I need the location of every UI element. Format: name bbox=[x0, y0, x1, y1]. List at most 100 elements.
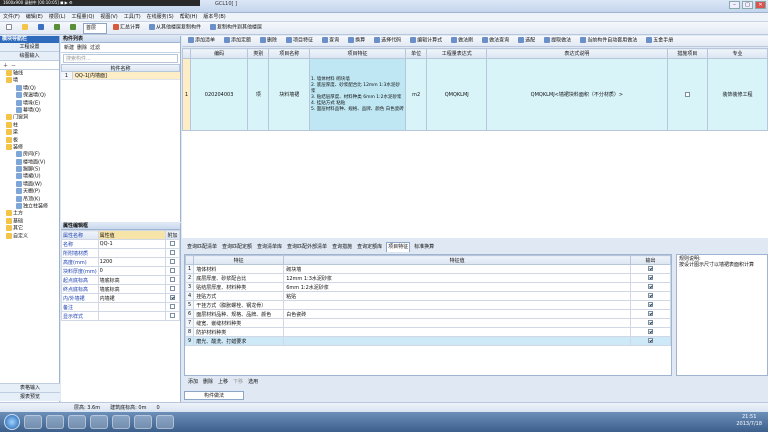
property-row[interactable]: 内/外墙裙 内墙裙 bbox=[61, 293, 180, 303]
menu-file[interactable]: 文件(F) bbox=[3, 13, 20, 21]
delete-feature-button[interactable]: 删除 bbox=[203, 378, 213, 387]
feature-value[interactable] bbox=[283, 336, 631, 346]
add-icon[interactable]: ＋ bbox=[3, 62, 8, 69]
feature-row[interactable]: 5 干挂方式（膨胀螺栓、钢龙骨） bbox=[184, 300, 671, 310]
apply-button[interactable]: 选用 bbox=[248, 378, 258, 387]
tree-item[interactable]: 墙(Q) bbox=[2, 84, 59, 92]
project-settings-tab[interactable]: 工程设置 bbox=[0, 43, 59, 52]
menu-edit[interactable]: 编辑(E) bbox=[26, 13, 43, 21]
output-checkbox[interactable] bbox=[648, 284, 653, 289]
drawing-input-tab[interactable]: 绘图输入 bbox=[0, 52, 59, 61]
expr-desc-cell[interactable]: QMQKLMJ<墙裙块料面积（不分材质）> bbox=[486, 58, 668, 131]
property-row[interactable]: 块料厚度(mm) 0 bbox=[61, 266, 180, 276]
measure-checkbox[interactable] bbox=[684, 91, 690, 97]
tree-item[interactable]: 独立柱装修 bbox=[2, 203, 59, 210]
feature-value[interactable]: 6mm 1:2水泥砂浆 bbox=[283, 282, 631, 292]
start-icon[interactable] bbox=[4, 414, 20, 430]
filter-button[interactable]: 过滤 bbox=[90, 44, 100, 51]
prop-value[interactable] bbox=[97, 311, 167, 321]
method-row[interactable]: 1 020204003 项 块料墙裙 1. 墙体材料 砌块墙 2. 底层厚度、砂… bbox=[182, 58, 768, 131]
feature-value[interactable] bbox=[283, 300, 631, 310]
prop-extra[interactable] bbox=[165, 239, 180, 249]
query-tab[interactable]: 标准换算 bbox=[413, 243, 435, 252]
prop-value[interactable]: 1200 bbox=[97, 257, 167, 267]
output-checkbox[interactable] bbox=[648, 293, 653, 298]
feature-row[interactable]: 8 防护材料种类 bbox=[184, 327, 671, 337]
tree-item[interactable]: 土方 bbox=[2, 210, 59, 217]
prop-extra[interactable] bbox=[165, 257, 180, 267]
prop-extra[interactable] bbox=[165, 248, 180, 258]
component-search-input[interactable]: 搜索构件... bbox=[63, 54, 178, 63]
method-tool-button[interactable]: 做法刷 bbox=[448, 36, 476, 46]
prop-value[interactable] bbox=[97, 248, 167, 258]
output-cell[interactable] bbox=[630, 264, 671, 274]
query-tab[interactable]: 查询定额库 bbox=[356, 243, 383, 252]
property-row[interactable]: 所附墙材质 bbox=[61, 248, 180, 258]
delete-component-button[interactable]: 删除 bbox=[77, 44, 87, 51]
tree-item[interactable]: 保温墙(Q) bbox=[2, 92, 59, 99]
tree-item[interactable]: 板 bbox=[2, 136, 59, 144]
feature-row[interactable]: 4 挂贴方式 粘贴 bbox=[184, 291, 671, 301]
method-tool-button[interactable]: 五金手册 bbox=[643, 36, 676, 46]
menu-floor[interactable]: 楼层(L) bbox=[49, 13, 66, 21]
prop-extra[interactable] bbox=[165, 266, 180, 276]
method-tool-button[interactable]: 编辑计算式 bbox=[407, 36, 445, 46]
output-checkbox[interactable] bbox=[648, 311, 653, 316]
menu-view[interactable]: 视图(V) bbox=[100, 13, 117, 21]
prop-extra[interactable] bbox=[165, 293, 180, 303]
feature-row[interactable]: 9 磨光、酸洗、打蜡要求 bbox=[184, 336, 671, 346]
output-cell[interactable] bbox=[630, 273, 671, 283]
move-up-button[interactable]: 上移 bbox=[218, 378, 228, 387]
minimize-button[interactable]: – bbox=[729, 1, 740, 9]
explorer-icon[interactable] bbox=[46, 415, 64, 429]
floor-select[interactable]: 首层 bbox=[83, 22, 107, 34]
menu-online[interactable]: 在线服务(S) bbox=[147, 13, 174, 21]
tree-item[interactable]: 其它 bbox=[2, 225, 59, 232]
component-row[interactable]: 1 QQ-1[内墙面] bbox=[61, 72, 180, 80]
method-tool-button[interactable]: 添加定额 bbox=[221, 36, 254, 46]
feature-row[interactable]: 7 缝宽、嵌缝材料种类 bbox=[184, 318, 671, 328]
tree-item[interactable]: 自定义 bbox=[2, 232, 59, 240]
prop-extra[interactable] bbox=[165, 284, 180, 294]
output-cell[interactable] bbox=[630, 300, 671, 310]
feature-row[interactable]: 3 贴结层厚度、材料种类 6mm 1:2水泥砂浆 bbox=[184, 282, 671, 292]
ie-icon[interactable] bbox=[24, 415, 42, 429]
method-tool-button[interactable]: 选择代码 bbox=[371, 36, 404, 46]
method-tool-button[interactable]: 当前构件自动套用做法 bbox=[577, 36, 640, 46]
tree-item[interactable]: 墙裙(U) bbox=[2, 173, 59, 180]
output-cell[interactable] bbox=[630, 327, 671, 337]
output-cell[interactable] bbox=[630, 291, 671, 301]
move-down-button[interactable]: 下移 bbox=[233, 378, 243, 387]
property-row[interactable]: 起点底标高 墙底标高 bbox=[61, 275, 180, 285]
query-tab[interactable]: 查询匹配外部清单 bbox=[286, 243, 328, 252]
menu-tools[interactable]: 工具(T) bbox=[124, 13, 141, 21]
tree-item[interactable]: 柱 bbox=[2, 121, 59, 129]
prop-extra[interactable] bbox=[165, 275, 180, 285]
add-feature-button[interactable]: 添加 bbox=[188, 378, 198, 387]
output-checkbox[interactable] bbox=[648, 266, 653, 271]
save-button[interactable] bbox=[35, 22, 48, 34]
component-method-tab[interactable]: 构件做法 bbox=[184, 391, 244, 400]
tree-item[interactable]: 装修 bbox=[2, 143, 59, 151]
feature-value[interactable]: 12mm 1:3水泥砂浆 bbox=[283, 273, 631, 283]
output-checkbox[interactable] bbox=[648, 338, 653, 343]
method-tool-button[interactable]: 做法查询 bbox=[479, 36, 512, 46]
undo-button[interactable] bbox=[51, 22, 64, 34]
minus-icon[interactable]: － bbox=[11, 62, 16, 69]
feature-value[interactable]: 粘贴 bbox=[283, 291, 631, 301]
tree-item[interactable]: 基础 bbox=[2, 217, 59, 225]
output-checkbox[interactable] bbox=[648, 320, 653, 325]
word-icon[interactable] bbox=[134, 415, 152, 429]
tree-item[interactable]: 踢脚(S) bbox=[2, 166, 59, 173]
property-row[interactable]: 高度(mm) 1200 bbox=[61, 257, 180, 267]
copy-from-floor-button[interactable]: 从其他楼层复制构件 bbox=[146, 22, 204, 34]
code-cell[interactable]: 020204003 bbox=[189, 58, 249, 131]
query-tab[interactable]: 查询匹配清单 bbox=[186, 243, 218, 252]
prop-checkbox[interactable] bbox=[170, 313, 175, 318]
property-row[interactable]: 名称 QQ-1 bbox=[61, 239, 180, 249]
prop-value[interactable]: 墙底标高 bbox=[97, 275, 167, 285]
method-tool-button[interactable]: 添加清单 bbox=[185, 36, 218, 46]
prop-extra[interactable] bbox=[165, 311, 180, 321]
feature-value[interactable] bbox=[283, 318, 631, 328]
tree-item[interactable]: 天棚(P) bbox=[2, 188, 59, 195]
